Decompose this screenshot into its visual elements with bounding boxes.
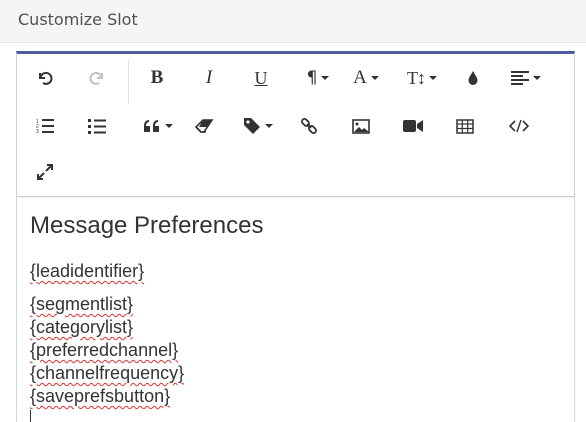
panel-title: Customize Slot (18, 10, 138, 29)
eraser-icon (195, 119, 215, 133)
token-line: {saveprefsbutton} (30, 386, 171, 406)
color-drop-icon[interactable] (453, 63, 493, 93)
code-view-icon[interactable] (499, 111, 539, 141)
font-size-dropdown[interactable]: T↕ (397, 63, 447, 93)
editor-content[interactable]: Message Preferences {leadidentifier} {se… (17, 198, 574, 422)
undo-icon (36, 69, 54, 87)
underline-label: U (254, 67, 268, 88)
expand-icon (37, 164, 53, 180)
tag-dropdown[interactable] (233, 111, 283, 141)
redo-icon[interactable] (77, 63, 117, 93)
italic-button[interactable]: I (189, 63, 229, 93)
svg-text:3: 3 (36, 129, 39, 134)
token-line: {segmentlist} (30, 294, 134, 314)
text-cursor (30, 410, 31, 422)
paragraph-dropdown[interactable]: ¶ (293, 63, 343, 93)
drop-icon (466, 70, 480, 86)
token-line: {leadidentifier} (30, 261, 145, 281)
ul-icon (88, 118, 106, 134)
font-color-label: A (353, 67, 367, 88)
quote-icon (143, 119, 161, 133)
caret-down-icon (429, 76, 437, 80)
bold-label: B (150, 67, 164, 88)
bold-button[interactable]: B (137, 63, 177, 93)
caret-down-icon (321, 76, 330, 80)
caret-down-icon (533, 76, 541, 80)
video-icon[interactable] (393, 111, 433, 141)
eraser-icon[interactable] (185, 111, 225, 141)
unordered-list-icon[interactable] (77, 111, 117, 141)
ordered-list-icon[interactable]: 123 (25, 111, 65, 141)
content-heading: Message Preferences (30, 212, 264, 239)
editor-toolbar: B I U ¶ A T↕ 1 2 3 (17, 54, 574, 197)
font-size-label: T↕ (407, 67, 426, 88)
video-icon (403, 119, 423, 133)
table-icon[interactable] (445, 111, 485, 141)
redo-icon (88, 69, 106, 87)
undo-icon[interactable] (25, 63, 65, 93)
token-line: {categorylist} (30, 317, 134, 337)
image-icon[interactable] (341, 111, 381, 141)
fullscreen-icon[interactable] (25, 157, 65, 187)
code-icon (509, 119, 529, 133)
align-icon (511, 71, 529, 85)
caret-down-icon (165, 124, 173, 128)
image-icon (352, 118, 370, 134)
underline-button[interactable]: U (241, 63, 281, 93)
caret-down-icon (265, 124, 273, 128)
table-icon (456, 118, 474, 134)
token-line: {preferredchannel} (30, 340, 179, 360)
quote-dropdown[interactable] (133, 111, 183, 141)
align-dropdown[interactable] (501, 63, 551, 93)
caret-down-icon (370, 76, 379, 80)
panel-header: Customize Slot (0, 0, 586, 43)
rich-text-editor: B I U ¶ A T↕ 1 2 3 Message Preferences {leadiden… (16, 51, 575, 422)
token-line: {channelfrequency} (30, 363, 185, 383)
font-color-dropdown[interactable]: A (341, 63, 391, 93)
link-icon (300, 117, 318, 135)
paragraph-label: ¶ (306, 68, 318, 88)
toolbar-divider (128, 60, 129, 104)
tag-icon (243, 117, 261, 135)
ol-icon: 123 (36, 118, 54, 134)
link-icon[interactable] (289, 111, 329, 141)
italic-label: I (205, 67, 213, 88)
